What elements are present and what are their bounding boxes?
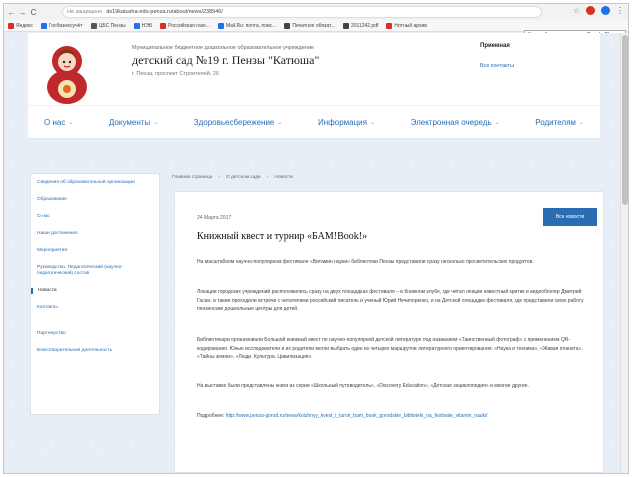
article-date: 24 Марта 2017 (197, 215, 232, 221)
profile-icon[interactable] (601, 6, 610, 15)
sidebar-item[interactable]: Образование (31, 197, 159, 203)
sidebar-item[interactable]: О нас (31, 214, 159, 220)
menu-item[interactable]: Родителям ⌄ (535, 118, 584, 127)
site-header: Муниципальное бюджетное дошкольное образ… (28, 33, 600, 105)
bookmark-label: Яндекс (16, 22, 33, 29)
bookmark-label: Печатное обязат... (292, 22, 335, 29)
bookmark-label: НЭБ (141, 22, 153, 29)
more-link[interactable]: http://www.penza-gorod.ru/news/knizhnyy_… (226, 413, 488, 419)
bookmark-favicon-icon (386, 22, 393, 29)
article-more: Подробнее: http://www.penza-gorod.ru/new… (197, 412, 595, 421)
bookmark-label: Mail.Ru: почта, поис... (225, 22, 277, 29)
article-title: Книжный квест и турнир «БАМ!Book!» (197, 231, 368, 242)
bookmark-favicon-icon (284, 22, 291, 29)
bookmark-item[interactable]: Яндекс (8, 22, 33, 29)
more-label: Подробнее: (197, 413, 225, 419)
bookmark-item[interactable]: 2011242.pdf (342, 22, 379, 29)
bookmark-star-icon[interactable]: ☆ (573, 6, 580, 15)
menu-item-label: Здоровьесбережение (193, 117, 275, 127)
article-paragraph: На выставке были представлены книги из с… (197, 383, 529, 389)
sidebar-item[interactable]: Сведения об образовательной организации (31, 180, 159, 186)
bookmark-label: Российская газе... (168, 22, 210, 29)
article-paragraph: Локации городских учреждений расположили… (197, 289, 584, 312)
page-scrollbar[interactable] (620, 33, 628, 473)
all-contacts-link[interactable]: Все контакты (480, 63, 514, 69)
matryoshka-logo[interactable] (38, 41, 96, 105)
sidebar-item[interactable]: Мероприятия (31, 248, 159, 254)
breadcrumb-item[interactable]: О детском саде (226, 175, 261, 180)
menu-item[interactable]: Документы ⌄ (109, 118, 158, 127)
bookmark-favicon-icon (40, 22, 47, 29)
org-type: Муниципальное бюджетное дошкольное образ… (132, 45, 314, 51)
bookmark-item[interactable]: Mail.Ru: почта, поис... (217, 22, 277, 29)
reception-label: Приемная (480, 43, 510, 49)
menu-item-label: Родителям (535, 117, 576, 127)
news-article: 24 Марта 2017 Все новости Книжный квест … (174, 191, 604, 473)
chevron-down-icon: ⌄ (68, 119, 74, 126)
article-paragraph: Библиотекари организовали Большой книжны… (197, 337, 583, 360)
menu-item-label: О нас (44, 117, 66, 127)
bookmark-item[interactable]: Госбизнесучёт (40, 22, 83, 29)
scrollbar-thumb[interactable] (622, 35, 628, 205)
bookmark-item[interactable]: Российская газе... (160, 22, 210, 29)
breadcrumb-separator-icon: › (218, 175, 220, 180)
bookmark-label: ЦБС Пензы (98, 22, 126, 29)
bookmark-item[interactable]: ЦБС Пензы (90, 22, 126, 29)
bookmark-label: Госбизнесучёт (48, 22, 83, 29)
menu-item[interactable]: Электронная очередь ⌄ (411, 118, 500, 127)
article-paragraph: На масштабном научно-популярном фестивал… (197, 259, 534, 265)
url-text: ds19katusha-edu-penza.ru/about/news/2389… (106, 9, 223, 15)
site-address: г. Пенза, проспект Строителей, 26 (132, 71, 220, 77)
browser-toolbar: ← → C Не защищено ds19katusha-edu-penza.… (4, 4, 628, 20)
menu-item[interactable]: О нас ⌄ (44, 118, 73, 127)
chevron-down-icon: ⌄ (578, 119, 584, 126)
sidebar-item[interactable]: Партнерство (31, 331, 159, 337)
menu-item[interactable]: Информация ⌄ (318, 118, 375, 127)
sidebar: Сведения об образовательной организации О… (30, 173, 160, 415)
sidebar-item[interactable]: Контакты (31, 305, 159, 311)
reload-button[interactable]: C (28, 8, 39, 17)
bookmark-favicon-icon (90, 22, 97, 29)
back-button[interactable]: ← (6, 8, 17, 17)
bookmark-label: Нотный архив (394, 22, 427, 29)
browser-window: ← → C Не защищено ds19katusha-edu-penza.… (3, 3, 629, 474)
sidebar-item[interactable]: Руководство. Педагогический (научно-педа… (31, 265, 159, 277)
menu-item[interactable]: Здоровьесбережение ⌄ (194, 118, 283, 127)
bookmark-label: 2011242.pdf (350, 22, 379, 29)
all-news-button[interactable]: Все новости (543, 208, 597, 226)
bookmark-item[interactable]: Нотный архив (386, 22, 427, 29)
chevron-down-icon: ⌄ (153, 119, 159, 126)
bookmark-favicon-icon (217, 22, 224, 29)
menu-kebab-icon[interactable]: ⋮ (616, 6, 624, 15)
menu-item-label: Информация (318, 117, 367, 127)
extension-icon[interactable] (586, 6, 595, 15)
bookmark-favicon-icon (133, 22, 140, 29)
bookmark-favicon-icon (342, 22, 349, 29)
bookmark-item[interactable]: Печатное обязат... (284, 22, 335, 29)
bookmark-favicon-icon (160, 22, 167, 29)
breadcrumb-item: Новости (274, 175, 293, 180)
security-indicator[interactable]: Не защищено (67, 9, 102, 15)
bookmark-favicon-icon (8, 22, 14, 29)
menu-item-label: Документы (108, 117, 151, 127)
chevron-down-icon: ⌄ (494, 119, 500, 126)
chevron-down-icon: ⌄ (277, 119, 283, 126)
site-title[interactable]: детский сад №19 г. Пензы "Катюша" (132, 53, 319, 68)
forward-button[interactable]: → (17, 8, 28, 17)
web-page: Муниципальное бюджетное дошкольное образ… (4, 33, 628, 473)
main-menu: О нас ⌄ Документы ⌄ Здоровьесбережение ⌄ Инфор… (28, 105, 600, 139)
breadcrumb-separator-icon: › (266, 175, 269, 180)
breadcrumb: Главная страница › О детском саде › Новости (172, 175, 293, 180)
breadcrumb-item[interactable]: Главная страница (172, 175, 212, 180)
bookmark-item[interactable]: НЭБ (133, 22, 153, 29)
menu-item-label: Электронная очередь (410, 117, 492, 127)
address-bar[interactable]: Не защищено ds19katusha-edu-penza.ru/abo… (62, 6, 542, 18)
sidebar-item[interactable]: Наши достижения (31, 231, 159, 237)
sidebar-item[interactable]: Благотворительная деятельность (31, 348, 159, 354)
chevron-down-icon: ⌄ (369, 119, 376, 126)
sidebar-item[interactable]: Новости (31, 288, 159, 294)
